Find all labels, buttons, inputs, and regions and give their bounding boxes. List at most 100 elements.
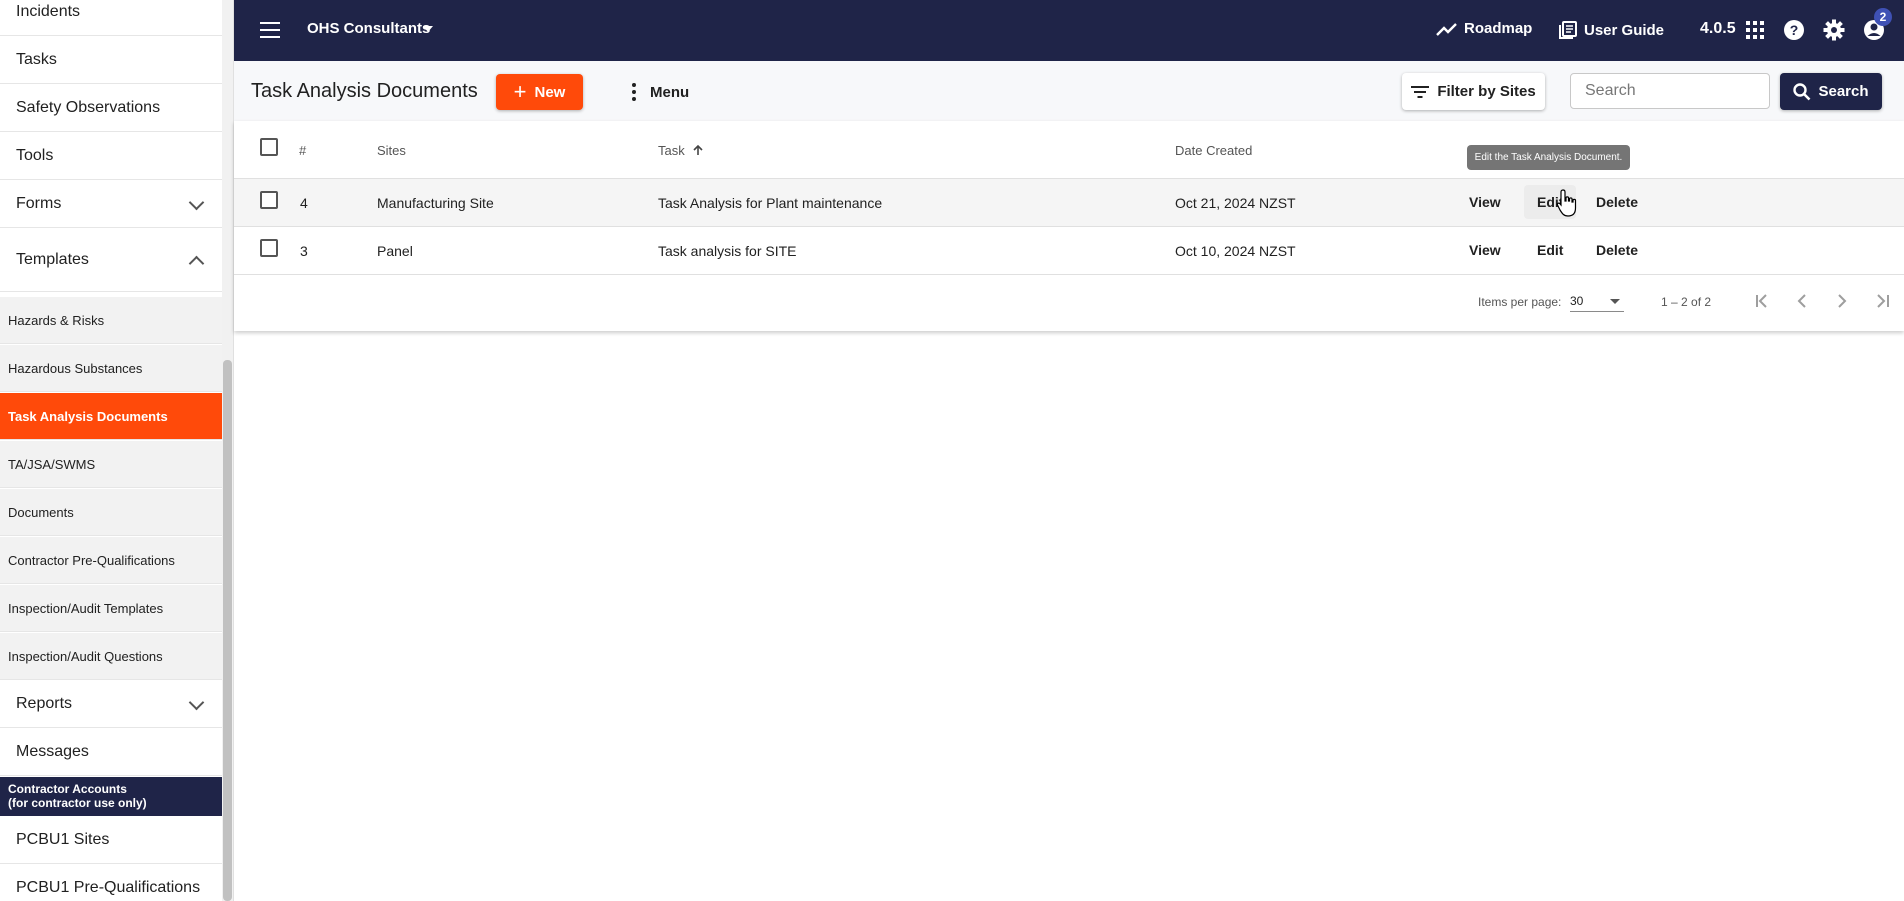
hamburger-menu-icon[interactable]	[260, 22, 280, 38]
page-toolbar: Task Analysis Documents + New Menu Filte…	[234, 61, 1904, 121]
row-site: Manufacturing Site	[377, 195, 494, 211]
sidebar-item-label: PCBU1 Pre-Qualifications	[16, 879, 201, 896]
sidebar-subitem-label: Hazardous Substances	[8, 360, 143, 376]
row-number: 4	[300, 195, 308, 211]
sort-ascending-arrow-icon	[693, 144, 703, 155]
row-checkbox[interactable]	[260, 191, 278, 209]
sidebar-subitem-hazards-risks[interactable]: Hazards & Risks	[0, 297, 222, 344]
items-per-page-select[interactable]: 30	[1570, 290, 1624, 312]
sidebar-item-label: Safety Observations	[16, 99, 161, 116]
filter-by-sites-button[interactable]: Filter by Sites	[1402, 73, 1545, 110]
hand-pointer-cursor-icon	[1556, 189, 1577, 217]
first-page-icon[interactable]	[1753, 292, 1771, 310]
sidebar-scrollbar[interactable]	[222, 0, 234, 901]
select-all-checkbox[interactable]	[260, 138, 278, 156]
delete-button[interactable]: Delete	[1596, 242, 1638, 258]
settings-gear-icon[interactable]	[1823, 19, 1845, 41]
plus-icon: +	[513, 79, 527, 104]
sidebar-subitem-label: Task Analysis Documents	[8, 408, 168, 424]
edit-button[interactable]: Edit	[1537, 242, 1563, 258]
new-button[interactable]: + New	[496, 74, 583, 110]
row-task: Task Analysis for Plant maintenance	[658, 195, 883, 211]
sidebar-subitem-label: Contractor Pre-Qualifications	[8, 552, 175, 568]
sidebar-subitem-label: Inspection/Audit Templates	[8, 600, 164, 616]
sidebar-item-pcbu1-prequalifications[interactable]: PCBU1 Pre-Qualifications	[0, 865, 222, 901]
new-button-label: New	[534, 83, 566, 101]
app-version: 4.0.5	[1700, 20, 1736, 37]
sidebar-subitem-inspection-audit-questions[interactable]: Inspection/Audit Questions	[0, 633, 222, 680]
sidebar-subitem-task-analysis-documents[interactable]: Task Analysis Documents	[0, 393, 222, 440]
previous-page-icon[interactable]	[1793, 292, 1811, 310]
sidebar-item-pcbu1-sites[interactable]: PCBU1 Sites	[0, 817, 222, 864]
sidebar-subitem-documents[interactable]: Documents	[0, 489, 222, 536]
sidebar-item-label: Reports	[16, 695, 73, 712]
sidebar-item-tasks[interactable]: Tasks	[0, 37, 222, 84]
sidebar-subitem-ta-jsa-swms[interactable]: TA/JSA/SWMS	[0, 441, 222, 488]
sidebar-item-forms[interactable]: Forms	[0, 181, 222, 228]
scrollbar-thumb[interactable]	[223, 360, 232, 901]
section-header-title: Contractor Accounts	[8, 782, 127, 796]
sidebar-item-incidents[interactable]: Incidents	[0, 0, 222, 36]
sidebar-subitem-label: TA/JSA/SWMS	[8, 456, 96, 472]
next-page-icon[interactable]	[1833, 292, 1851, 310]
sidebar-subitem-inspection-audit-templates[interactable]: Inspection/Audit Templates	[0, 585, 222, 632]
table-row[interactable]: 3 Panel Task analysis for SITE Oct 10, 2…	[234, 226, 1904, 275]
sidebar-item-reports[interactable]: Reports	[0, 681, 222, 728]
sidebar-item-label: Forms	[16, 195, 62, 212]
view-button[interactable]: View	[1469, 242, 1501, 258]
row-date-created: Oct 10, 2024 NZST	[1175, 243, 1296, 259]
column-header-number[interactable]: #	[299, 143, 306, 158]
caret-down-icon	[1610, 299, 1620, 304]
svg-text:?: ?	[1790, 22, 1799, 38]
row-task: Task analysis for SITE	[658, 243, 797, 259]
help-icon[interactable]: ?	[1783, 19, 1805, 41]
sidebar-item-label: Tools	[16, 147, 54, 164]
sidebar-item-label: PCBU1 Sites	[16, 831, 110, 848]
menu-button-label: Menu	[650, 83, 690, 101]
section-header-subtitle: (for contractor use only)	[8, 796, 147, 810]
chevron-down-icon	[188, 694, 205, 711]
items-per-page-value: 30	[1570, 294, 1584, 308]
roadmap-label: Roadmap	[1464, 20, 1533, 37]
row-number: 3	[300, 243, 308, 259]
sidebar-item-label: Messages	[16, 743, 89, 760]
chevron-up-icon	[188, 255, 205, 272]
sidebar-subitem-hazardous-substances[interactable]: Hazardous Substances	[0, 345, 222, 392]
user-guide-link[interactable]: User Guide	[1558, 20, 1664, 40]
search-icon	[1793, 82, 1811, 100]
delete-button[interactable]: Delete	[1596, 194, 1638, 210]
sidebar-item-safety-observations[interactable]: Safety Observations	[0, 85, 222, 132]
notification-badge: 2	[1874, 8, 1892, 26]
organization-selector[interactable]: OHS Consultants	[307, 20, 430, 37]
sidebar-item-tools[interactable]: Tools	[0, 133, 222, 180]
column-header-date-created[interactable]: Date Created	[1175, 143, 1252, 158]
roadmap-link[interactable]: Roadmap	[1436, 20, 1532, 37]
column-header-sites[interactable]: Sites	[377, 143, 406, 158]
row-checkbox[interactable]	[260, 239, 278, 257]
sidebar-item-label: Templates	[16, 251, 89, 268]
filter-icon	[1411, 85, 1430, 98]
search-button-label: Search	[1818, 83, 1869, 100]
column-header-task-label: Task	[658, 143, 685, 158]
sidebar-subitem-label: Hazards & Risks	[8, 312, 105, 328]
view-button[interactable]: View	[1469, 194, 1501, 210]
row-site: Panel	[377, 243, 413, 259]
last-page-icon[interactable]	[1874, 292, 1892, 310]
trending-up-icon	[1436, 22, 1457, 36]
menu-button[interactable]: Menu	[632, 74, 702, 110]
filter-button-label: Filter by Sites	[1437, 83, 1536, 100]
table-divider	[234, 274, 1904, 275]
user-guide-label: User Guide	[1584, 21, 1665, 39]
search-button[interactable]: Search	[1780, 73, 1882, 110]
more-vertical-icon	[632, 83, 636, 101]
sidebar-subitem-contractor-prequalifications[interactable]: Contractor Pre-Qualifications	[0, 537, 222, 584]
caret-down-icon[interactable]	[423, 26, 433, 32]
chevron-down-icon	[188, 194, 205, 211]
apps-grid-icon[interactable]	[1744, 19, 1766, 41]
search-input[interactable]	[1570, 73, 1770, 109]
column-header-task[interactable]: Task	[658, 143, 704, 158]
sidebar-item-templates[interactable]: Templates	[0, 229, 222, 292]
table-row[interactable]: 4 Manufacturing Site Task Analysis for P…	[234, 178, 1904, 227]
sidebar-item-label: Incidents	[16, 3, 81, 20]
sidebar-item-messages[interactable]: Messages	[0, 729, 222, 776]
